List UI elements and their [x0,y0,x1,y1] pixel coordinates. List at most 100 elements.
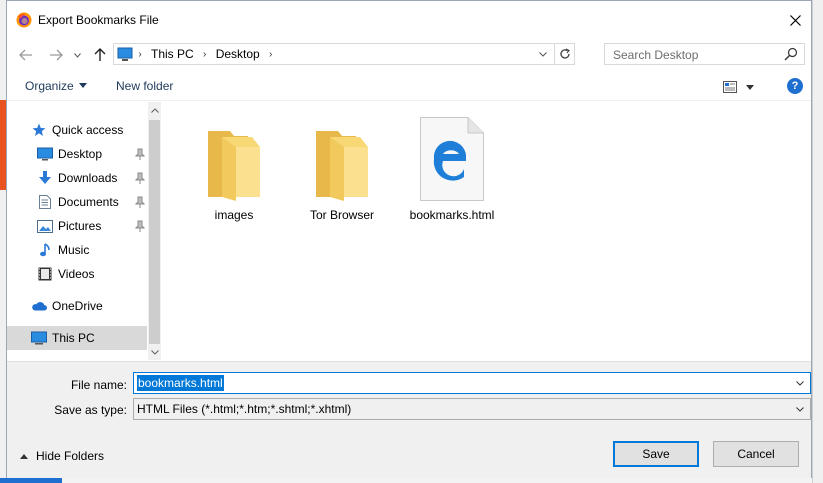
sidebar-item-label: Videos [58,267,95,281]
scroll-up-button[interactable] [148,104,161,116]
sidebar-item-label: Music [58,243,90,257]
computer-icon [117,47,133,61]
file-list: images Tor Browser bookmarks.html [163,102,811,360]
file-item-bookmarks-html[interactable]: bookmarks.html [407,115,497,225]
sidebar-item-label: Pictures [58,219,102,233]
sidebar-item-desktop[interactable]: Desktop [37,142,147,166]
back-arrow-icon [19,49,32,61]
sidebar-item-videos[interactable]: Videos [37,262,147,286]
music-icon [37,242,53,258]
search-placeholder: Search Desktop [613,48,699,62]
window-title: Export Bookmarks File [38,13,159,27]
hide-folders-button[interactable]: Hide Folders [20,449,104,463]
search-icon [784,47,798,61]
file-item-images[interactable]: images [189,115,279,225]
file-name-value: bookmarks.html [137,375,224,391]
pin-icon [135,220,145,232]
cancel-button[interactable]: Cancel [713,441,799,467]
file-label: Tor Browser [309,208,374,222]
sidebar-item-pictures[interactable]: Pictures [37,214,147,238]
breadcrumb-separator[interactable]: › [133,49,147,60]
chevron-down-icon [539,51,547,57]
navigation-scrollbar[interactable] [148,102,161,360]
chevron-down-icon [78,83,87,88]
file-label: bookmarks.html [409,208,495,222]
title-bar: Export Bookmarks File [7,1,811,41]
scroll-down-button[interactable] [148,346,161,358]
desktop-icon [37,146,53,162]
pin-icon [135,172,145,184]
save-type-select[interactable]: HTML Files (*.html;*.htm;*.shtml;*.xhtml… [133,398,811,420]
file-item-tor-browser[interactable]: Tor Browser [297,115,387,225]
address-bar[interactable]: › This PC › Desktop › [113,43,575,65]
computer-icon [31,330,47,346]
background-right-strip [812,0,823,483]
edge-html-file-icon [420,115,484,201]
forward-arrow-icon [50,49,63,61]
chevron-down-icon [746,84,754,90]
chevron-down-icon [796,406,804,412]
refresh-button[interactable] [554,44,574,64]
navigation-pane: Quick access Desktop Downloads Documents [7,102,161,360]
close-button[interactable] [779,1,811,39]
folder-icon [310,115,374,201]
pin-icon [135,148,145,160]
sidebar-item-label: Quick access [52,123,124,137]
navigation-row: › This PC › Desktop › Search Desktop [7,41,811,69]
file-name-dropdown-button[interactable] [793,376,807,390]
address-dropdown-button[interactable] [533,44,553,64]
close-icon [789,14,801,26]
folder-icon [202,115,266,201]
firefox-icon [16,12,32,28]
sidebar-item-onedrive[interactable]: OneDrive [31,294,147,318]
recent-locations-button[interactable] [71,45,83,65]
file-label: images [214,208,254,222]
sidebar-item-label: Downloads [58,171,118,185]
organize-label: Organize [25,79,74,93]
breadcrumb-separator[interactable]: › [264,49,278,60]
export-bookmarks-dialog: Export Bookmarks File › This PC › Deskto… [6,0,812,478]
forward-button[interactable] [45,45,67,65]
video-icon [37,266,53,282]
view-options-icon [723,81,737,93]
sidebar-item-music[interactable]: Music [37,238,147,262]
sidebar-item-documents[interactable]: Documents [37,190,147,214]
download-icon [37,170,53,186]
document-icon [37,194,53,210]
hide-folders-label: Hide Folders [36,449,105,463]
chevron-down-icon [796,380,804,386]
sidebar-item-downloads[interactable]: Downloads [37,166,147,190]
save-button[interactable]: Save [613,441,699,467]
save-type-label: Save as type: [54,403,127,417]
breadcrumb-separator[interactable]: › [198,49,212,60]
chevron-up-icon [20,453,28,459]
breadcrumb-this-pc[interactable]: This PC [147,47,198,61]
sidebar-item-quick-access[interactable]: Quick access [31,118,147,142]
pin-icon [135,196,145,208]
sidebar-item-label: This PC [52,331,95,345]
refresh-icon [559,48,570,59]
sidebar-item-label: Documents [58,195,119,209]
sidebar-item-label: OneDrive [52,299,103,313]
star-icon [31,122,47,138]
new-folder-button[interactable]: New folder [116,79,173,93]
change-view-button[interactable] [723,79,757,95]
sidebar-item-label: Desktop [58,147,103,161]
save-type-value: HTML Files (*.html;*.htm;*.shtml;*.xhtml… [137,402,352,416]
background-taskbar-edge [0,478,62,483]
up-button[interactable] [89,45,111,65]
save-type-dropdown-button[interactable] [793,402,807,416]
help-button[interactable]: ? [787,78,803,94]
save-form: File name: bookmarks.html Save as type: … [7,361,811,478]
search-input[interactable]: Search Desktop [604,43,805,65]
file-name-label: File name: [70,378,127,392]
back-button[interactable] [15,45,37,65]
organize-button[interactable]: Organize [25,79,87,93]
command-bar: Organize New folder ? [7,71,811,101]
cloud-icon [31,298,47,314]
scroll-thumb[interactable] [149,120,160,344]
sidebar-item-this-pc[interactable]: This PC [7,326,147,350]
file-name-input[interactable]: bookmarks.html [133,372,811,394]
chevron-up-icon [150,107,159,113]
breadcrumb-desktop[interactable]: Desktop [212,47,264,61]
